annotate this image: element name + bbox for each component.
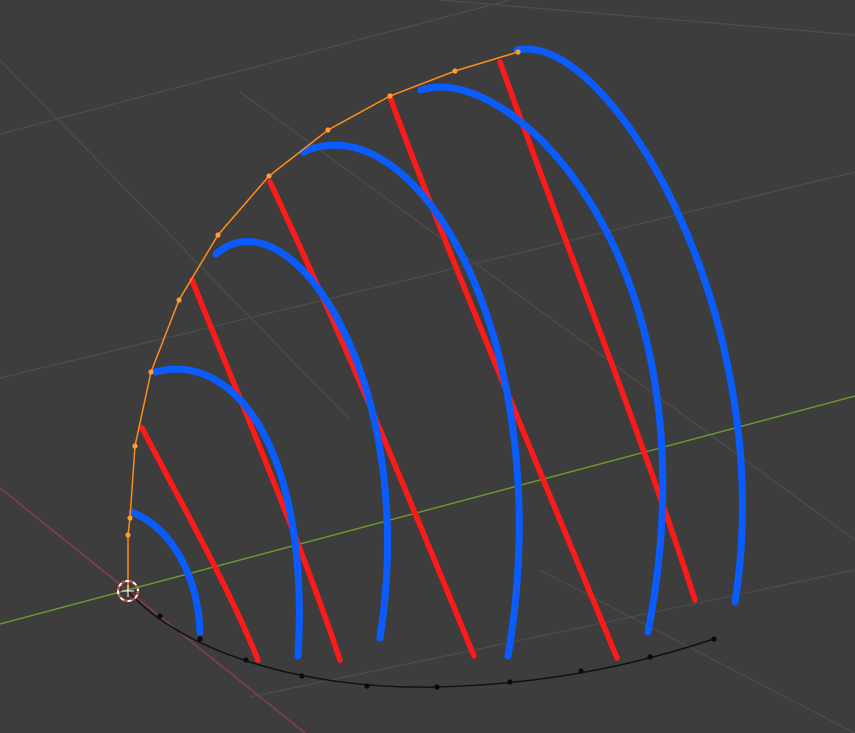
- guide-control-point[interactable]: [157, 613, 163, 619]
- guide-control-point[interactable]: [578, 668, 584, 674]
- guide-control-point[interactable]: [507, 679, 513, 685]
- profile-control-point[interactable]: [148, 369, 154, 375]
- guide-control-point[interactable]: [434, 684, 440, 690]
- guide-control-point[interactable]: [711, 636, 717, 642]
- profile-control-point[interactable]: [266, 173, 272, 179]
- profile-control-point[interactable]: [515, 49, 521, 55]
- grid-line: [539, 569, 855, 733]
- guide-control-point[interactable]: [197, 636, 203, 642]
- blue-strand: [299, 141, 523, 660]
- profile-control-point[interactable]: [125, 532, 131, 538]
- profile-control-point[interactable]: [325, 127, 331, 133]
- blue-strand: [128, 508, 204, 636]
- guide-control-point[interactable]: [299, 673, 305, 679]
- profile-control-point[interactable]: [127, 515, 133, 521]
- viewport-scene[interactable]: [0, 0, 855, 733]
- blue-strand: [513, 45, 746, 606]
- red-strand: [497, 59, 698, 603]
- grid-line: [0, 0, 511, 135]
- profile-control-point[interactable]: [387, 93, 393, 99]
- guide-curve-unselected[interactable]: [127, 590, 715, 688]
- profile-control-point[interactable]: [452, 68, 458, 74]
- guide-control-point[interactable]: [364, 683, 370, 689]
- blue-strand: [151, 365, 303, 660]
- profile-control-point[interactable]: [176, 297, 182, 303]
- 3d-viewport[interactable]: [0, 0, 855, 733]
- red-strand: [189, 277, 343, 663]
- grid-line: [439, 0, 855, 36]
- profile-control-point[interactable]: [215, 232, 221, 238]
- profile-control-point[interactable]: [132, 443, 138, 449]
- guide-control-point[interactable]: [243, 657, 249, 663]
- guide-control-point[interactable]: [647, 654, 653, 660]
- red-hair-strands[interactable]: [139, 59, 698, 663]
